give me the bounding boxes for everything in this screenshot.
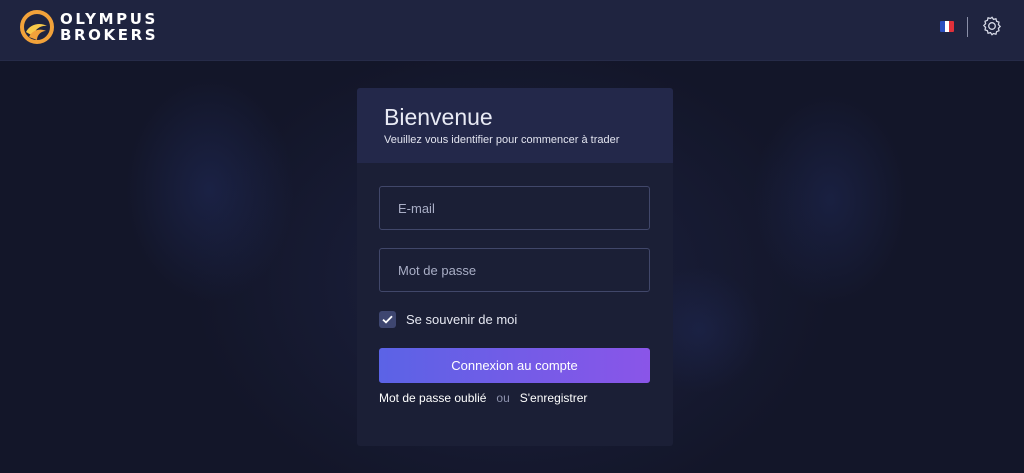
header-divider bbox=[967, 17, 968, 37]
brand-logo[interactable]: OLYMPUS BROKERS bbox=[20, 10, 158, 44]
password-field[interactable] bbox=[379, 248, 650, 292]
remember-me[interactable]: Se souvenir de moi bbox=[379, 311, 517, 328]
forgot-password-link[interactable]: Mot de passe oublié bbox=[379, 391, 486, 405]
register-link[interactable]: S'enregistrer bbox=[520, 391, 588, 405]
page-title: Bienvenue bbox=[384, 104, 493, 130]
auth-links: Mot de passe oublié ou S'enregistrer bbox=[379, 391, 587, 405]
checkmark-icon bbox=[382, 315, 393, 324]
email-field[interactable] bbox=[379, 186, 650, 230]
login-card-header: Bienvenue Veuillez vous identifier pour … bbox=[357, 88, 673, 163]
brand-line-1: OLYMPUS bbox=[60, 10, 158, 28]
gear-icon[interactable] bbox=[981, 15, 1003, 37]
top-bar: OLYMPUS BROKERS bbox=[0, 0, 1024, 61]
brand-name: OLYMPUS BROKERS bbox=[60, 11, 158, 43]
login-card: Bienvenue Veuillez vous identifier pour … bbox=[357, 88, 673, 446]
french-flag-icon[interactable] bbox=[940, 21, 954, 32]
remember-me-label: Se souvenir de moi bbox=[406, 312, 518, 327]
brand-line-2: BROKERS bbox=[60, 26, 159, 44]
remember-me-checkbox[interactable] bbox=[379, 311, 396, 328]
links-separator: ou bbox=[496, 391, 510, 405]
olympus-logo-icon bbox=[20, 10, 54, 44]
login-button[interactable]: Connexion au compte bbox=[379, 348, 650, 383]
page-subtitle: Veuillez vous identifier pour commencer … bbox=[384, 134, 620, 146]
